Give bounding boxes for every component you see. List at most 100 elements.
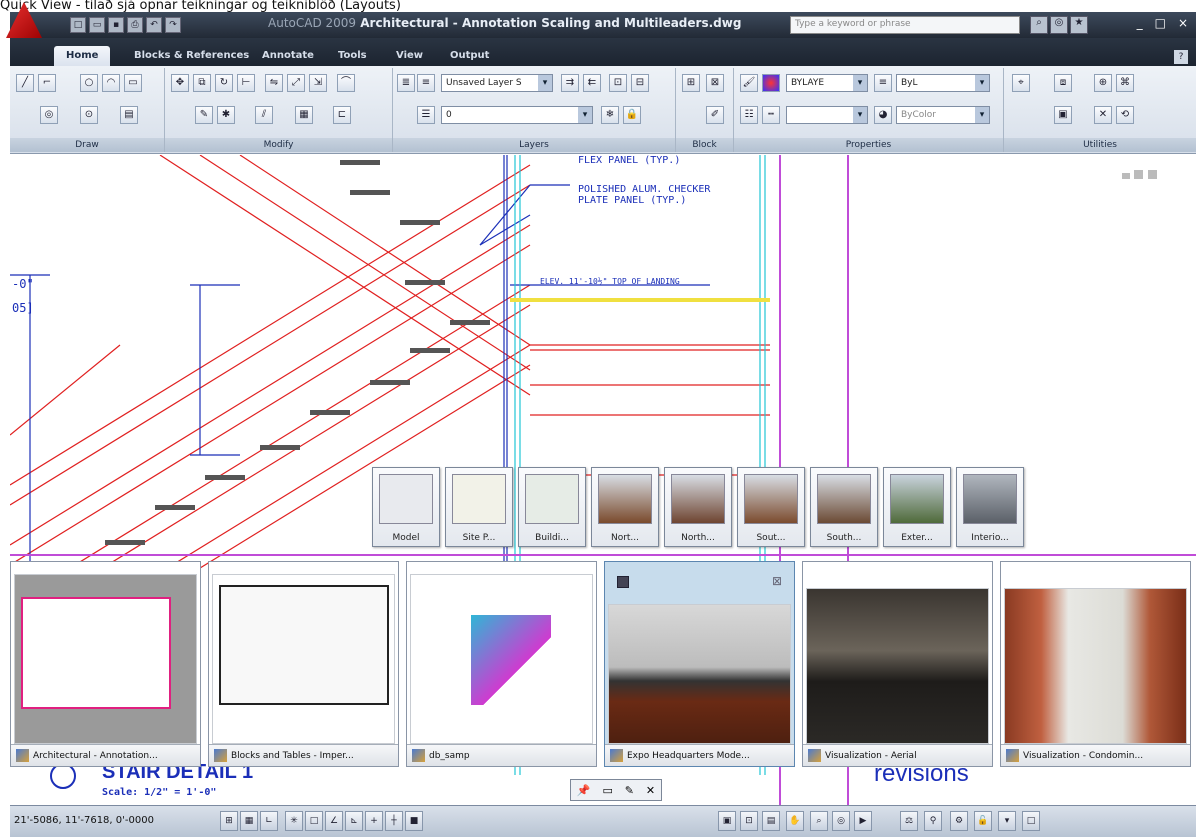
tab-tools[interactable]: Tools: [326, 46, 379, 66]
drawing-thumb-blocks-tables[interactable]: Blocks and Tables - Imper...: [208, 561, 399, 767]
layout-thumb-south-2[interactable]: South...: [810, 467, 878, 547]
layer-properties-icon[interactable]: ≣: [397, 74, 415, 92]
plot-style-icon[interactable]: ◕: [874, 106, 892, 124]
layout-thumb-north-2[interactable]: North...: [664, 467, 732, 547]
new-drawing-icon[interactable]: ✎: [625, 784, 634, 797]
plot-style-combo[interactable]: ByColor: [896, 106, 990, 124]
id-point-icon[interactable]: ⌘: [1116, 74, 1134, 92]
tab-output[interactable]: Output: [438, 46, 501, 66]
otrack-icon[interactable]: ∠: [325, 811, 343, 831]
break-icon[interactable]: ⊏: [333, 106, 351, 124]
drawing-thumb-visualization-condominium[interactable]: Visualization - Condomin...: [1000, 561, 1191, 767]
showmotion-icon[interactable]: ▶: [854, 811, 872, 831]
select-all-icon[interactable]: ✕: [1094, 106, 1112, 124]
linetype-combo[interactable]: [786, 106, 868, 124]
layout-thumb-building[interactable]: Buildi...: [518, 467, 586, 547]
point-icon[interactable]: ⊙: [80, 106, 98, 124]
arc-icon[interactable]: ◠: [102, 74, 120, 92]
purge-icon[interactable]: ⟲: [1116, 106, 1134, 124]
quick-select-icon[interactable]: ⧈: [1054, 74, 1072, 92]
layer-state-icon[interactable]: ≡: [417, 74, 435, 92]
hatch-icon[interactable]: ▤: [120, 106, 138, 124]
explode-icon[interactable]: ✱: [217, 106, 235, 124]
layer-match-icon[interactable]: ⇉: [561, 74, 579, 92]
tab-home[interactable]: Home: [54, 46, 111, 66]
annotation-scale-icon[interactable]: ⚖: [900, 811, 918, 831]
drawing-thumb-architectural[interactable]: Architectural - Annotation...: [10, 561, 201, 767]
ortho-icon[interactable]: ∟: [260, 811, 278, 831]
layer-previous-icon[interactable]: ⇇: [583, 74, 601, 92]
edit-block-icon[interactable]: ✐: [706, 106, 724, 124]
minimize-button[interactable]: _: [1137, 16, 1143, 30]
layer-state-combo[interactable]: Unsaved Layer S: [441, 74, 553, 92]
layer-isolate-icon[interactable]: ⊡: [609, 74, 627, 92]
lineweight-icon[interactable]: ≡: [874, 74, 892, 92]
create-block-icon[interactable]: ⊠: [706, 74, 724, 92]
redo-icon[interactable]: ↷: [165, 17, 181, 33]
tab-view[interactable]: View: [384, 46, 435, 66]
list-icon[interactable]: ☷: [740, 106, 758, 124]
erase-icon[interactable]: ✎: [195, 106, 213, 124]
workspace-icon[interactable]: ⚙: [950, 811, 968, 831]
move-icon[interactable]: ✥: [171, 74, 189, 92]
color-wheel-icon[interactable]: [762, 74, 780, 92]
current-layer-combo[interactable]: 0: [441, 106, 593, 124]
stretch-icon[interactable]: ⇲: [309, 74, 327, 92]
steering-wheel-icon[interactable]: ◎: [832, 811, 850, 831]
offset-icon[interactable]: ⫽: [255, 106, 273, 124]
save-icon[interactable]: ▪: [108, 17, 124, 33]
quick-calc-icon[interactable]: ⊕: [1094, 74, 1112, 92]
circle-icon[interactable]: ○: [80, 74, 98, 92]
layer-lock-icon[interactable]: 🔒: [623, 106, 641, 124]
drawing-thumb-visualization-aerial[interactable]: Visualization - Aerial: [802, 561, 993, 767]
grid-icon[interactable]: ▦: [240, 811, 258, 831]
clean-screen-icon[interactable]: □: [1022, 811, 1040, 831]
mirror-icon[interactable]: ⇋: [265, 74, 283, 92]
polar-icon[interactable]: ✳: [285, 811, 303, 831]
pan-icon[interactable]: ✋: [786, 811, 804, 831]
close-quick-view-icon[interactable]: ✕: [646, 784, 655, 797]
save-icon[interactable]: [617, 576, 629, 588]
lineweight-combo[interactable]: ByL: [896, 74, 990, 92]
print-icon[interactable]: ⎙: [127, 17, 143, 33]
layout-thumb-exterior[interactable]: Exter...: [883, 467, 951, 547]
match-properties-icon[interactable]: 🖌: [740, 74, 758, 92]
paste-icon[interactable]: ▣: [1054, 106, 1072, 124]
dyn-icon[interactable]: +: [365, 811, 383, 831]
status-menu-icon[interactable]: ▾: [998, 811, 1016, 831]
layer-freeze-icon[interactable]: ❄: [601, 106, 619, 124]
scale-icon[interactable]: ⤢: [287, 74, 305, 92]
layout-thumb-model[interactable]: Model: [372, 467, 440, 547]
maximize-button[interactable]: □: [1155, 16, 1166, 30]
help-icon[interactable]: ?: [1174, 50, 1188, 64]
open-drawing-icon[interactable]: ▭: [602, 784, 612, 797]
layout-thumb-site-plan[interactable]: Site P...: [445, 467, 513, 547]
ellipse-icon[interactable]: ◎: [40, 106, 58, 124]
annotation-visibility-icon[interactable]: ⚲: [924, 811, 942, 831]
search-icon[interactable]: ⌕: [1030, 16, 1048, 34]
line-icon[interactable]: ╱: [16, 74, 34, 92]
quick-view-layouts-icon[interactable]: ⊡: [740, 811, 758, 831]
osnap-icon[interactable]: □: [305, 811, 323, 831]
communication-center-icon[interactable]: ◎: [1050, 16, 1068, 34]
lineweight-toggle-icon[interactable]: ┼: [385, 811, 403, 831]
close-icon[interactable]: ⊠: [772, 574, 782, 588]
copy-icon[interactable]: ⧉: [193, 74, 211, 92]
tab-blocks-references[interactable]: Blocks & References: [122, 46, 261, 66]
trim-icon[interactable]: ⊢: [237, 74, 255, 92]
pin-icon[interactable]: 📌: [577, 784, 591, 797]
measure-icon[interactable]: ⌖: [1012, 74, 1030, 92]
undo-icon[interactable]: ↶: [146, 17, 162, 33]
tab-annotate[interactable]: Annotate: [250, 46, 326, 66]
layer-walk-icon[interactable]: ☰: [417, 106, 435, 124]
rectangle-icon[interactable]: ▭: [124, 74, 142, 92]
new-icon[interactable]: □: [70, 17, 86, 33]
quick-view-drawings-icon[interactable]: ▤: [762, 811, 780, 831]
layout-thumb-north-1[interactable]: Nort...: [591, 467, 659, 547]
close-button[interactable]: ×: [1178, 16, 1188, 30]
quick-properties-icon[interactable]: ■: [405, 811, 423, 831]
polyline-icon[interactable]: ⌐: [38, 74, 56, 92]
fillet-icon[interactable]: ⌒: [337, 74, 355, 92]
zoom-icon[interactable]: ⌕: [810, 811, 828, 831]
layout-thumb-south-1[interactable]: Sout...: [737, 467, 805, 547]
